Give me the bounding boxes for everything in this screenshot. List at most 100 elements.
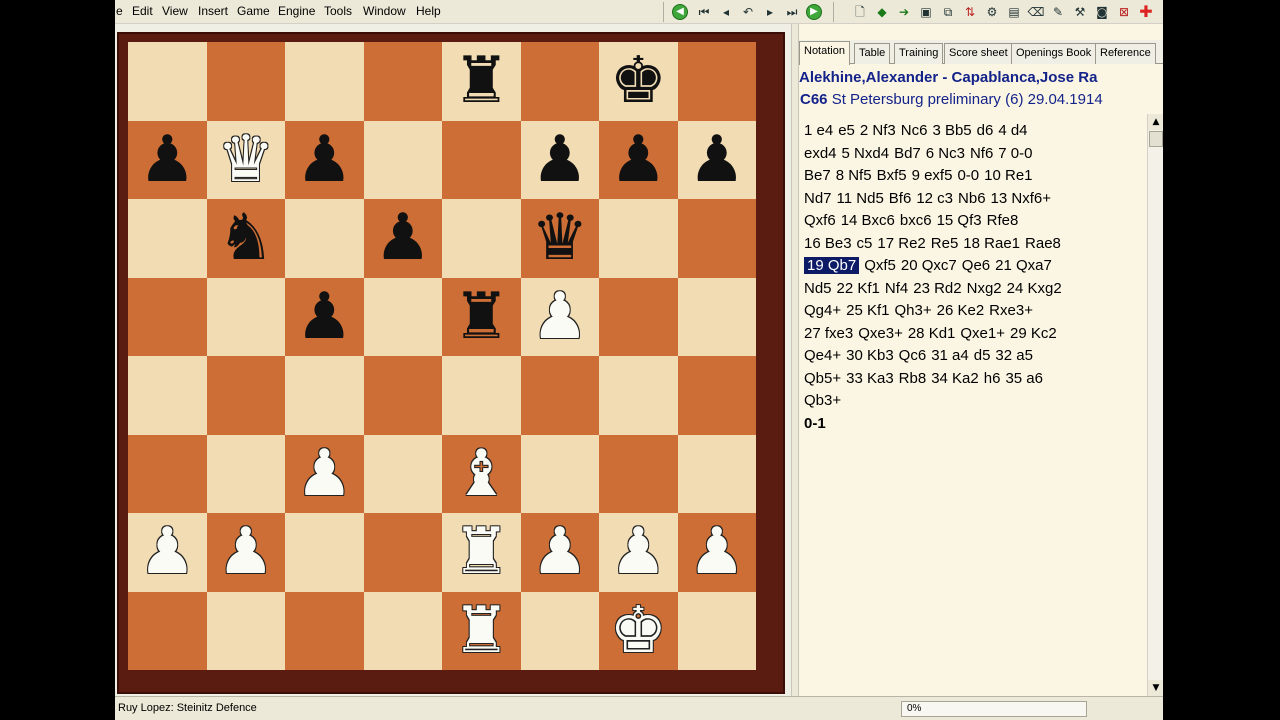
move-token[interactable]: Rb8 [899, 370, 927, 387]
move-token[interactable]: Qxe1+ [960, 325, 1005, 342]
scroll-up-icon[interactable]: ▲ [1148, 114, 1163, 130]
menu-window[interactable]: Window [363, 4, 406, 18]
square-b1[interactable] [206, 591, 285, 670]
notation-scrollbar[interactable]: ▲ ▼ [1147, 114, 1163, 696]
square-b8[interactable] [206, 42, 285, 121]
square-f3[interactable] [520, 434, 599, 513]
move-token[interactable]: d5 [974, 347, 991, 364]
square-b6[interactable]: ♞ [206, 199, 285, 278]
black-king-icon[interactable]: ♚ [599, 42, 678, 121]
move-token[interactable]: 34 Ka2 [931, 370, 979, 387]
square-e8[interactable]: ♜ [442, 42, 521, 121]
board-copy-icon[interactable]: ⧉ [939, 3, 957, 21]
move-token[interactable]: 28 Kd1 [908, 325, 956, 342]
square-b3[interactable] [206, 434, 285, 513]
white-rook-icon[interactable]: ♜ [442, 513, 521, 592]
move-token[interactable]: Be7 [804, 167, 831, 184]
move-token[interactable]: 15 Qf3 [937, 212, 982, 229]
scroll-down-icon[interactable]: ▼ [1148, 680, 1163, 696]
tab-reference[interactable]: Reference [1095, 43, 1156, 64]
move-token[interactable]: 0-0 [957, 167, 979, 184]
menu-tools[interactable]: Tools [324, 4, 352, 18]
first-move-icon[interactable]: ⏮ [695, 3, 713, 21]
square-e2[interactable]: ♜ [442, 513, 521, 592]
square-e5[interactable]: ♜ [442, 277, 521, 357]
square-c4[interactable] [285, 356, 364, 435]
square-f8[interactable] [520, 42, 599, 121]
scroll-thumb[interactable] [1149, 131, 1163, 147]
move-token[interactable]: Qc6 [899, 347, 927, 364]
square-d2[interactable] [363, 513, 442, 592]
square-h6[interactable] [677, 199, 756, 278]
square-a1[interactable] [128, 591, 207, 670]
square-c5[interactable]: ♟ [285, 277, 364, 357]
square-f6[interactable]: ♛ [520, 199, 600, 278]
move-token[interactable]: 14 Bxc6 [841, 212, 895, 229]
move-token[interactable]: Qg4+ [804, 302, 841, 319]
white-queen-icon[interactable]: ♛ [207, 121, 286, 200]
square-c8[interactable] [285, 42, 364, 121]
move-token[interactable]: 5 Nxd4 [842, 145, 890, 162]
back-green-icon[interactable]: ◀ [672, 4, 688, 20]
save-icon[interactable]: ▣ [917, 3, 935, 21]
black-rook-icon[interactable]: ♜ [442, 278, 521, 357]
move-token[interactable]: 26 Ke2 [937, 302, 985, 319]
square-h4[interactable] [677, 356, 756, 435]
move-token[interactable]: Qe6 [962, 257, 990, 274]
move-token[interactable]: Bf6 [889, 190, 912, 207]
move-token[interactable]: 9 exf5 [912, 167, 953, 184]
white-pawn-icon[interactable]: ♟ [521, 513, 600, 592]
move-token[interactable]: Re5 [931, 235, 959, 252]
black-pawn-icon[interactable]: ♟ [364, 199, 443, 278]
photo-icon[interactable]: ◙ [1093, 3, 1111, 21]
square-d3[interactable] [363, 434, 442, 513]
square-a4[interactable] [128, 356, 207, 435]
square-g2[interactable]: ♟ [599, 513, 678, 592]
menu-edit[interactable]: Edit [132, 4, 153, 18]
last-move-icon[interactable]: ⏭ [783, 3, 801, 21]
move-token[interactable]: 3 Bb5 [932, 122, 971, 139]
black-pawn-icon[interactable]: ♟ [678, 121, 757, 200]
move-token[interactable]: 6 Nc3 [926, 145, 965, 162]
move-token[interactable]: 20 Qxc7 [901, 257, 957, 274]
black-rook-icon[interactable]: ♜ [442, 42, 521, 121]
square-g8[interactable]: ♚ [599, 42, 678, 121]
black-pawn-icon[interactable]: ♟ [128, 121, 207, 200]
menu-help[interactable]: Help [416, 4, 441, 18]
arrow-right-icon[interactable]: ➔ [895, 3, 913, 21]
square-b2[interactable]: ♟ [206, 513, 286, 592]
square-a6[interactable] [128, 199, 207, 278]
white-pawn-icon[interactable]: ♟ [678, 513, 757, 592]
next-move-icon[interactable]: ▸ [761, 3, 779, 21]
move-token[interactable]: Qh3+ [895, 302, 932, 319]
black-pawn-icon[interactable]: ♟ [285, 121, 364, 200]
move-token[interactable]: Qe4+ [804, 347, 841, 364]
tab-training[interactable]: Training [894, 43, 944, 64]
square-f7[interactable]: ♟ [520, 120, 600, 200]
move-token[interactable]: Nxg2 [967, 280, 1002, 297]
chess-board[interactable]: ♜ ♚ ♟ ♛ ♟ ♟ ♟ ♟ ♞ ♟ ♛ ♟ ♜ ♟ ♟ ♝ ♟ ♟ ♜ ♟ ♟ ♟ ♜ ♚ [128, 42, 756, 670]
transfer-icon[interactable]: ⇅ [961, 3, 979, 21]
move-token[interactable]: 21 Qxa7 [995, 257, 1052, 274]
move-token[interactable]: Nf4 [885, 280, 908, 297]
flip-board-icon[interactable]: ⊠ [1115, 3, 1133, 21]
square-f4[interactable] [520, 356, 599, 435]
square-f1[interactable] [520, 591, 599, 670]
move-token[interactable]: 17 Re2 [877, 235, 925, 252]
square-a8[interactable] [128, 42, 207, 121]
white-pawn-icon[interactable]: ♟ [207, 513, 286, 592]
forward-green-icon[interactable]: ▶ [806, 4, 822, 20]
black-queen-icon[interactable]: ♛ [521, 199, 600, 278]
take-back-icon[interactable]: ↶ [739, 3, 757, 21]
square-g1[interactable]: ♚ [599, 591, 678, 670]
move-token[interactable]: 32 a5 [995, 347, 1033, 364]
move-token[interactable]: Rxe3+ [989, 302, 1033, 319]
black-pawn-icon[interactable]: ♟ [521, 121, 600, 200]
black-pawn-icon[interactable]: ♟ [285, 278, 364, 357]
move-token[interactable]: Nf6 [970, 145, 993, 162]
move-token[interactable]: 30 Kb3 [846, 347, 894, 364]
tools-icon[interactable]: ⚒ [1071, 3, 1089, 21]
move-token[interactable]: 27 fxe3 [804, 325, 853, 342]
move-token[interactable]: 25 Kf1 [846, 302, 889, 319]
move-token[interactable]: bxc6 [900, 212, 932, 229]
